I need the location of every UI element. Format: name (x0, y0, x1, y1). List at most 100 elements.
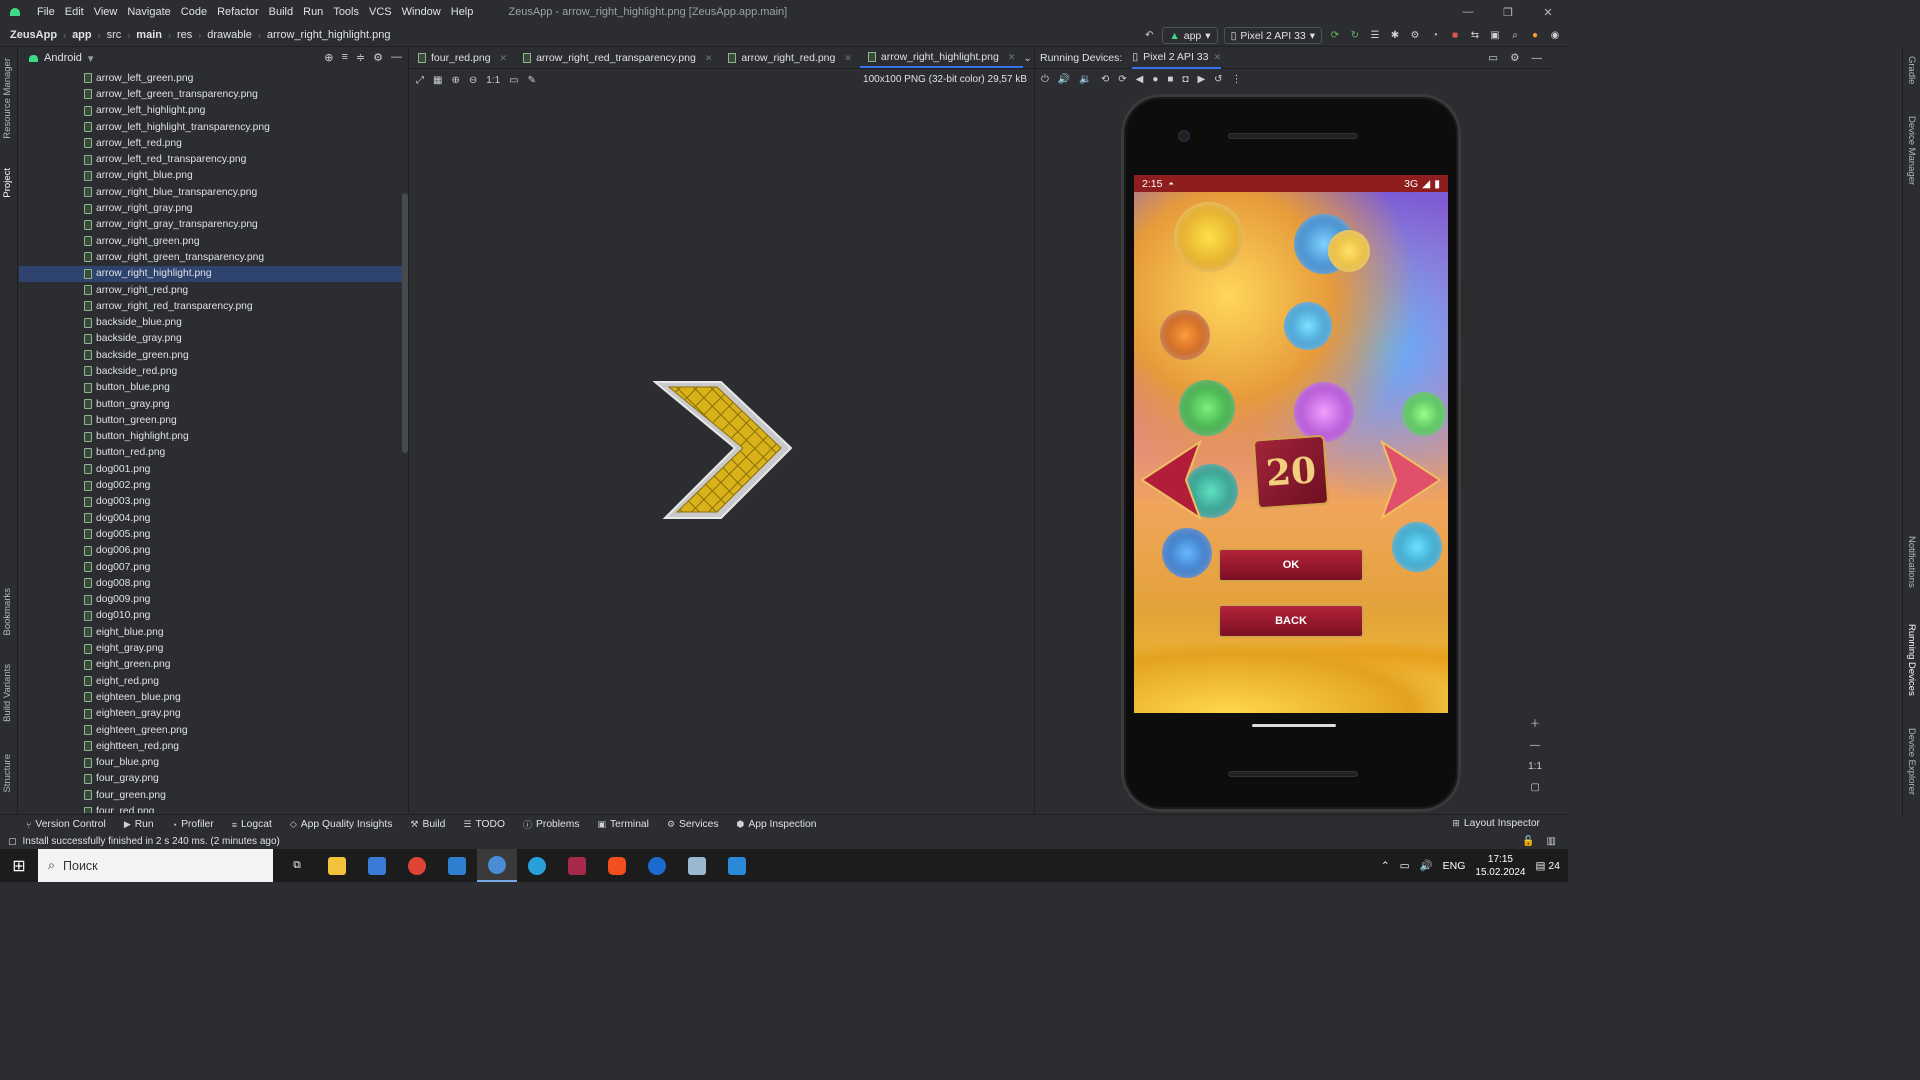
gradle-tab[interactable]: Gradle (1906, 56, 1917, 85)
back-arrow-icon[interactable]: ↶ (1142, 29, 1156, 43)
notification-center-icon[interactable]: ▤ 24 (1535, 860, 1560, 872)
device-select[interactable]: ▯ Pixel 2 API 33 ▾ (1223, 27, 1322, 44)
home-icon[interactable]: ● (1152, 74, 1158, 85)
volume-down-icon[interactable]: 🔉 (1079, 74, 1091, 85)
zoom-out-icon[interactable]: ⊖ (469, 75, 477, 86)
menu-edit[interactable]: Edit (60, 6, 89, 18)
minimize-button[interactable]: — (1448, 0, 1488, 24)
menu-vcs[interactable]: VCS (364, 6, 397, 18)
file-tree-item[interactable]: arrow_left_green.png (19, 70, 408, 86)
back-button[interactable]: BACK (1218, 604, 1364, 638)
telegram-icon[interactable] (517, 849, 557, 882)
actual-size-button[interactable]: 1:1 (1528, 761, 1542, 772)
rotate-right-icon[interactable]: ⟳ (1118, 74, 1126, 85)
file-tree-item[interactable]: arrow_left_highlight.png (19, 103, 408, 119)
menu-view[interactable]: View (89, 6, 123, 18)
file-tree-item[interactable]: dog008.png (19, 575, 408, 591)
file-tree-item[interactable]: arrow_right_gray.png (19, 200, 408, 216)
file-tree-item[interactable]: arrow_right_red.png (19, 282, 408, 298)
file-tree-item[interactable]: eightteen_red.png (19, 738, 408, 754)
file-tree-item[interactable]: four_red.png (19, 803, 408, 813)
coverage-icon[interactable]: ☰ (1368, 29, 1382, 43)
running-devices-tab[interactable]: Running Devices (1906, 624, 1917, 696)
file-tree-item[interactable]: arrow_left_highlight_transparency.png (19, 119, 408, 135)
rotate-left-icon[interactable]: ⟲ (1101, 74, 1109, 85)
problems-tab[interactable]: ⓘ Problems (523, 818, 580, 831)
device-manager-tab[interactable]: Device Manager (1906, 116, 1917, 185)
menu-help[interactable]: Help (446, 6, 479, 18)
services-tab[interactable]: ⚙ Services (667, 819, 719, 830)
hide-panel-icon[interactable]: — (391, 51, 402, 64)
search-icon[interactable]: ⌕ (1508, 29, 1522, 43)
app-inspection-tab[interactable]: ⬢ App Inspection (737, 819, 817, 830)
file-tree-item[interactable]: eighteen_gray.png (19, 706, 408, 722)
figma-icon[interactable] (597, 849, 637, 882)
file-tree-item[interactable]: arrow_right_green_transparency.png (19, 249, 408, 265)
file-tree-item[interactable]: backside_green.png (19, 347, 408, 363)
locate-icon[interactable]: ⊕ (324, 51, 333, 64)
editor-tab[interactable]: arrow_right_red_transparency.png ✕ (515, 48, 720, 68)
actual-size-button[interactable]: 1:1 (486, 75, 500, 86)
right-arrow-crystal[interactable] (1378, 440, 1444, 520)
hide-panel-icon[interactable]: — (1532, 52, 1543, 64)
power-button[interactable] (1461, 391, 1465, 487)
debug-icon[interactable]: ✱ (1388, 29, 1402, 43)
menu-code[interactable]: Code (176, 6, 212, 18)
task-view-icon[interactable]: ⧉ (277, 849, 317, 882)
breadcrumb-res[interactable]: res (177, 29, 192, 41)
file-tree-item[interactable]: four_blue.png (19, 754, 408, 770)
file-tree-item[interactable]: eight_gray.png (19, 640, 408, 656)
file-tree-item[interactable]: backside_red.png (19, 363, 408, 379)
file-tree-item[interactable]: button_green.png (19, 412, 408, 428)
reset-icon[interactable]: ↺ (1214, 74, 1222, 85)
file-tree-item[interactable]: dog005.png (19, 526, 408, 542)
breadcrumb-project[interactable]: ZeusApp (10, 29, 57, 41)
close-tab-icon[interactable]: ✕ (1008, 52, 1016, 63)
file-tree-item[interactable]: four_gray.png (19, 771, 408, 787)
store-icon[interactable] (357, 849, 397, 882)
overview-icon[interactable]: ■ (1167, 74, 1173, 85)
file-tree-item[interactable]: arrow_right_red_transparency.png (19, 298, 408, 314)
tab-list-chevron-icon[interactable]: ⌄ (1023, 53, 1031, 64)
version-control-tab[interactable]: ⑂ Version Control (26, 819, 106, 830)
clock[interactable]: 17:15 15.02.2024 (1475, 853, 1525, 879)
stop-icon[interactable]: ■ (1448, 29, 1462, 43)
editor-tab-active[interactable]: arrow_right_highlight.png ✕ (859, 48, 1024, 68)
file-tree-item[interactable]: eighteen_blue.png (19, 689, 408, 705)
left-arrow-crystal[interactable] (1138, 440, 1204, 520)
run-tab[interactable]: ▶ Run (124, 819, 154, 830)
file-tree-item[interactable]: dog002.png (19, 477, 408, 493)
file-tree-item[interactable]: eighteen_green.png (19, 722, 408, 738)
update-icon[interactable]: ● (1528, 29, 1542, 43)
sync-icon[interactable]: ⇆ (1468, 29, 1482, 43)
terminal-tab[interactable]: ▣ Terminal (598, 819, 649, 830)
file-tree-item[interactable]: backside_blue.png (19, 314, 408, 330)
network-icon[interactable]: ▭ (1400, 860, 1410, 872)
background-toggle-icon[interactable]: ▭ (509, 75, 518, 86)
menu-file[interactable]: File (32, 6, 60, 18)
file-tree-item[interactable]: button_highlight.png (19, 429, 408, 445)
zoom-in-icon[interactable]: ⊕ (451, 75, 459, 86)
file-tree-item[interactable]: arrow_right_highlight.png (19, 265, 408, 282)
device-explorer-tab[interactable]: Device Explorer (1906, 728, 1917, 795)
build-tab[interactable]: ⚒ Build (410, 819, 445, 830)
menu-refactor[interactable]: Refactor (212, 6, 264, 18)
file-tree-item[interactable]: dog004.png (19, 510, 408, 526)
file-tree-item[interactable]: eight_blue.png (19, 624, 408, 640)
file-tree-item[interactable]: eight_green.png (19, 657, 408, 673)
language-indicator[interactable]: ENG (1443, 860, 1466, 872)
file-tree-item[interactable]: arrow_left_red_transparency.png (19, 151, 408, 167)
breadcrumb-app[interactable]: app (72, 29, 92, 41)
run-config-select[interactable]: ▲ app ▾ (1162, 27, 1218, 44)
screen-record-icon[interactable]: ▶ (1197, 74, 1205, 85)
profile-icon[interactable]: ◔ (1428, 29, 1442, 43)
file-tree-item[interactable]: button_blue.png (19, 380, 408, 396)
menu-build[interactable]: Build (264, 6, 298, 18)
status-message[interactable]: Install successfully finished in 2 s 240… (23, 836, 280, 847)
file-tree-item[interactable]: dog010.png (19, 608, 408, 624)
file-tree-item[interactable]: arrow_right_blue.png (19, 168, 408, 184)
app-blue-icon[interactable] (637, 849, 677, 882)
screenshot-icon[interactable]: ◘ (1182, 74, 1188, 85)
volume-button[interactable] (1461, 287, 1465, 335)
settings-gear-icon[interactable]: ⚙ (373, 51, 383, 64)
